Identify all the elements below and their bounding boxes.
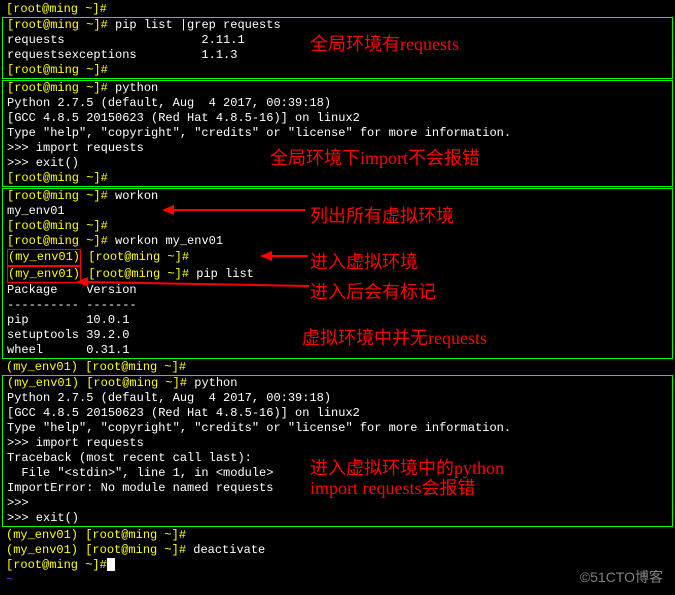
annotation-import-error: import requests会报错 (310, 474, 475, 500)
vim-tilde: ~ (2, 573, 673, 588)
python-version: Python 2.7.5 (default, Aug 4 2017, 00:39… (3, 96, 672, 111)
venv-marker-box: (my_env01) (7, 249, 81, 266)
prompt: [root@ming ~]# (7, 234, 115, 248)
venv-prefix: (my_env01) (8, 267, 80, 281)
cursor (107, 558, 115, 571)
python-version: Python 2.7.5 (default, Aug 4 2017, 00:39… (3, 391, 672, 406)
prompt: [root@ming ~]# (7, 219, 108, 233)
prompt: [root@ming ~]# (78, 543, 186, 557)
prompt: [root@ming ~]# (78, 360, 186, 374)
import-requests-venv: >>> import requests (3, 436, 672, 451)
cmd-workon-env: workon my_env01 (115, 234, 223, 248)
annotation-no-requests: 虚拟环境中并无requests (302, 324, 487, 350)
help-text: Type "help", "copyright", "credits" or "… (3, 126, 672, 141)
arrow-icon (160, 200, 310, 220)
help-text: Type "help", "copyright", "credits" or "… (3, 421, 672, 436)
gcc-info: [GCC 4.8.5 20150623 (Red Hat 4.8.5-16)] … (3, 111, 672, 126)
cmd-pip-grep: pip list |grep requests (115, 18, 281, 32)
annotation-global-has-requests: 全局环境有requests (310, 30, 459, 56)
venv-prefix: (my_env01) (8, 250, 80, 264)
prompt: [root@ming ~]# (79, 376, 187, 390)
watermark: ©51CTO博客 (580, 567, 663, 587)
gcc-info: [GCC 4.8.5 20150623 (Red Hat 4.8.5-16)] … (3, 406, 672, 421)
venv-marker-box: (my_env01) (7, 266, 81, 283)
cmd-workon: workon (115, 189, 158, 203)
block-python-venv: (my_env01) [root@ming ~]# python Python … (2, 375, 673, 527)
cmd-python: python (194, 376, 237, 390)
annotation-enter-env: 进入虚拟环境 (310, 248, 418, 274)
prompt: [root@ming ~]# (6, 558, 107, 572)
annotation-marker: 进入后会有标记 (310, 278, 436, 304)
arrow-icon (258, 248, 313, 264)
annotation-global-import-ok: 全局环境下import不会报错 (270, 144, 480, 170)
prompt: [root@ming ~]# (78, 528, 186, 542)
prompt: [root@ming ~]# (7, 171, 108, 185)
block-python-global: [root@ming ~]# python Python 2.7.5 (defa… (2, 80, 673, 187)
prompt: [root@ming ~]# (81, 250, 189, 264)
prompt: [root@ming ~]# (7, 81, 115, 95)
venv-prefix: (my_env01) (7, 376, 79, 390)
prompt: [root@ming ~]# (7, 63, 108, 77)
prompt: [root@ming ~]# (7, 18, 115, 32)
venv-prefix: (my_env01) (6, 528, 78, 542)
venv-prefix: (my_env01) (6, 543, 78, 557)
venv-prefix: (my_env01) (6, 360, 78, 374)
prompt: [root@ming ~]# (6, 2, 107, 16)
arrow-icon (74, 272, 314, 292)
cmd-deactivate: deactivate (193, 543, 265, 557)
exit-call: >>> exit() (3, 511, 672, 526)
prompt: [root@ming ~]# (7, 189, 115, 203)
annotation-list-envs: 列出所有虚拟环境 (310, 202, 454, 228)
cmd-python: python (115, 81, 158, 95)
